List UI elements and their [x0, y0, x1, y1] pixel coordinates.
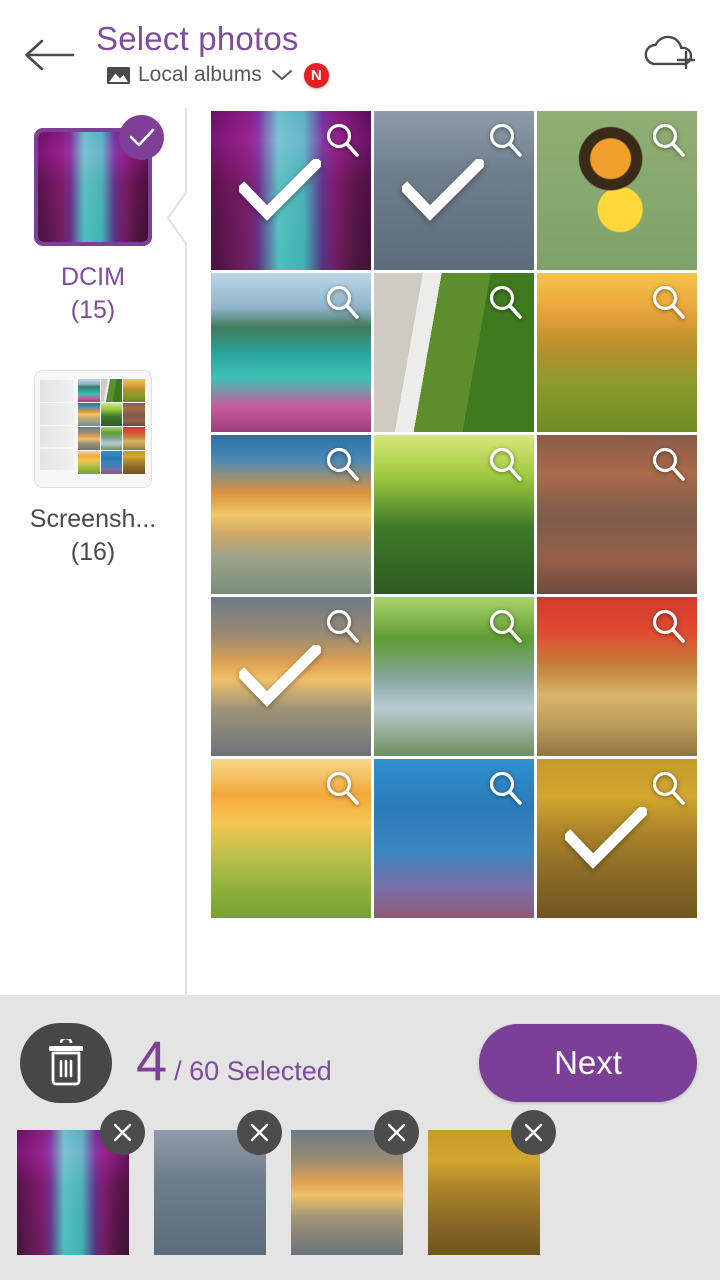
photo-cell[interactable]: [374, 597, 534, 756]
magnifier-icon[interactable]: [322, 444, 362, 484]
selected-album-pointer-icon: [166, 190, 188, 246]
bottom-action-bar: 4 / 60 Selected Next: [0, 995, 720, 1280]
sidebar-item-album-0[interactable]: DCIM (15): [0, 115, 186, 327]
album-count: (16): [70, 538, 116, 566]
photo-cell[interactable]: [211, 273, 371, 432]
back-arrow-icon: [25, 39, 75, 71]
cloud-add-button[interactable]: [638, 26, 702, 78]
check-icon: [402, 159, 484, 221]
album-cover-image: [35, 371, 151, 487]
photo-cell[interactable]: [537, 273, 697, 432]
magnifier-icon[interactable]: [485, 768, 525, 808]
selected-count-suffix: / 60 Selected: [174, 1056, 332, 1086]
close-icon: [113, 1123, 132, 1142]
mini-list: [39, 380, 75, 477]
check-icon: [239, 645, 321, 707]
photo-cell[interactable]: [537, 435, 697, 594]
magnifier-icon[interactable]: [485, 606, 525, 646]
photo-cell[interactable]: [374, 759, 534, 918]
next-button-label: Next: [554, 1044, 622, 1081]
magnifier-icon[interactable]: [485, 282, 525, 322]
back-button[interactable]: [20, 32, 78, 78]
photo-cell[interactable]: [374, 111, 534, 270]
album-count: (15): [70, 296, 116, 324]
selected-thumb-item[interactable]: [17, 1110, 145, 1255]
close-icon: [250, 1123, 269, 1142]
magnifier-icon[interactable]: [648, 282, 688, 322]
selected-thumbnails-strip[interactable]: [0, 1110, 556, 1255]
magnifier-icon[interactable]: [322, 606, 362, 646]
album-thumbnail[interactable]: [34, 370, 152, 488]
photo-cell[interactable]: [211, 597, 371, 756]
remove-thumb-button[interactable]: [511, 1110, 556, 1155]
magnifier-icon[interactable]: [648, 768, 688, 808]
album-name: Screensh...: [29, 505, 157, 533]
photo-cell[interactable]: [211, 111, 371, 270]
selected-thumb-item[interactable]: [154, 1110, 282, 1255]
trash-icon: [49, 1039, 83, 1086]
sidebar-item-album-1[interactable]: Screensh... (16): [0, 370, 186, 569]
remove-thumb-button[interactable]: [237, 1110, 282, 1155]
cloud-add-icon: [644, 35, 696, 70]
albums-sidebar[interactable]: DCIM (15) Screensh... (16): [0, 108, 186, 995]
photo-cell[interactable]: [374, 273, 534, 432]
select-photos-screen: Select photos Local albums N DCIM (15) S…: [0, 0, 720, 1280]
photo-album-icon: [107, 66, 130, 84]
status-badge: N: [303, 62, 329, 88]
close-icon: [387, 1123, 406, 1142]
magnifier-icon[interactable]: [648, 120, 688, 160]
next-button[interactable]: Next: [479, 1024, 697, 1102]
photo-cell[interactable]: [374, 435, 534, 594]
check-icon: [239, 159, 321, 221]
magnifier-icon[interactable]: [322, 768, 362, 808]
delete-button[interactable]: [20, 1023, 112, 1103]
photo-cell[interactable]: [211, 759, 371, 918]
photo-cell[interactable]: [537, 597, 697, 756]
remove-thumb-button[interactable]: [100, 1110, 145, 1155]
album-source-label: Local albums: [138, 63, 262, 86]
photo-cell[interactable]: [211, 435, 371, 594]
selection-counter: 4 / 60 Selected: [136, 1025, 332, 1097]
photo-grid[interactable]: [211, 111, 697, 918]
album-thumbnail-wrap: [34, 370, 152, 488]
selected-count: 4: [136, 1029, 168, 1092]
magnifier-icon[interactable]: [648, 444, 688, 484]
check-icon: [129, 128, 154, 146]
magnifier-icon[interactable]: [322, 120, 362, 160]
selected-thumb-item[interactable]: [428, 1110, 556, 1255]
photo-cell[interactable]: [537, 759, 697, 918]
album-thumbnail-wrap: [34, 115, 164, 246]
selected-thumb-item[interactable]: [291, 1110, 419, 1255]
album-source-selector[interactable]: Local albums N: [96, 62, 576, 88]
magnifier-icon[interactable]: [648, 606, 688, 646]
check-icon: [565, 807, 647, 869]
magnifier-icon[interactable]: [485, 444, 525, 484]
remove-thumb-button[interactable]: [374, 1110, 419, 1155]
page-title: Select photos: [96, 20, 299, 57]
album-selected-badge: [119, 115, 164, 160]
photo-cell[interactable]: [537, 111, 697, 270]
magnifier-icon[interactable]: [485, 120, 525, 160]
mini-grid: [77, 379, 146, 475]
close-icon: [524, 1123, 543, 1142]
chevron-down-icon[interactable]: [271, 68, 293, 82]
album-name: DCIM: [61, 263, 125, 291]
header-bar: Select photos Local albums N: [0, 0, 720, 108]
header-title-group: Select photos Local albums N: [96, 18, 576, 88]
magnifier-icon[interactable]: [322, 282, 362, 322]
